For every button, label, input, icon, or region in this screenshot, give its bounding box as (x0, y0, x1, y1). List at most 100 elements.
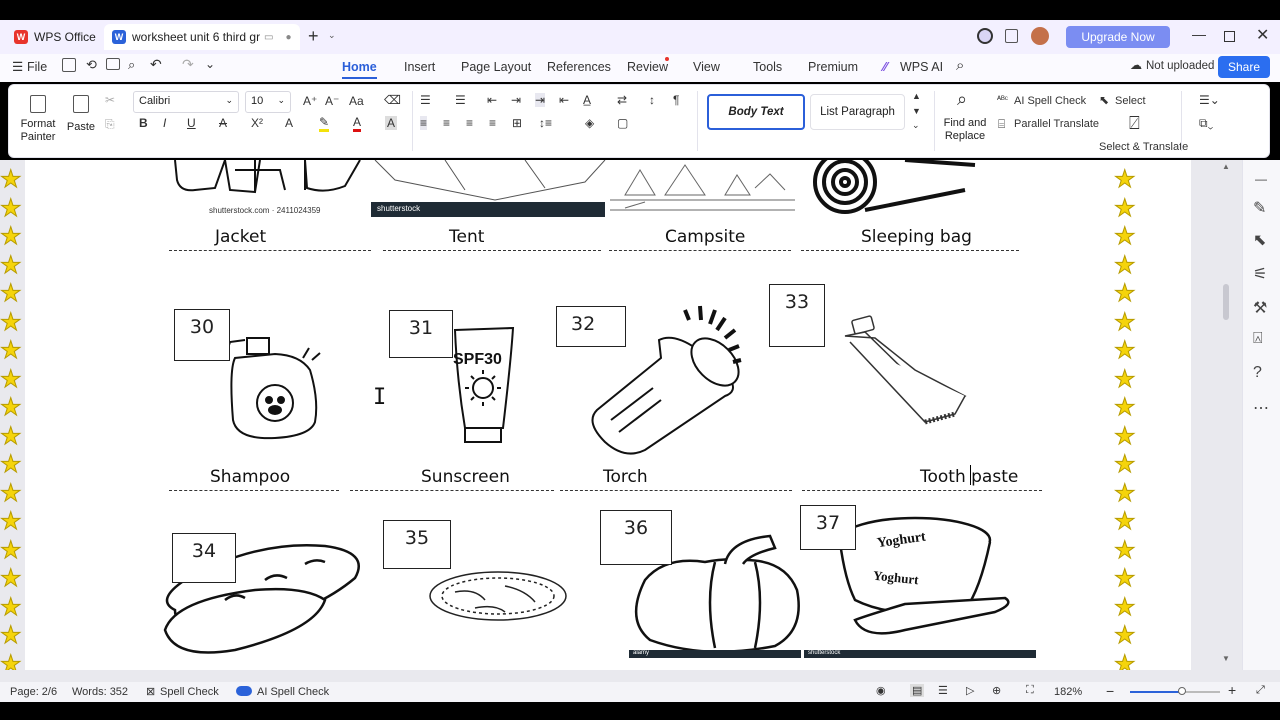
upgrade-button[interactable]: Upgrade Now (1066, 26, 1170, 48)
paste-button[interactable]: Paste (63, 91, 99, 147)
format-painter-button[interactable]: Format Painter (13, 91, 63, 147)
asian-layout-icon[interactable]: A̲ (583, 93, 591, 107)
parallel-translate-button[interactable]: Parallel Translate (1014, 118, 1099, 130)
label-sleeping-bag[interactable]: Sleeping bag (861, 227, 972, 247)
fullscreen-icon[interactable]: ⤢ (1256, 684, 1265, 697)
label-campsite[interactable]: Campsite (665, 227, 745, 247)
fit-page-icon[interactable]: ⛶ (1026, 684, 1034, 697)
scroll-up-icon[interactable]: ▲ (1222, 162, 1230, 171)
menu-view[interactable]: View (693, 60, 720, 74)
play-icon[interactable]: ▷ (966, 684, 974, 697)
menu-file[interactable]: File (27, 60, 47, 74)
tools-icon[interactable]: ⚒ (1253, 298, 1267, 318)
menu-review[interactable]: Review (627, 60, 668, 74)
find-replace-button[interactable]: Find and Replace (941, 117, 989, 143)
menu-wps-ai[interactable]: WPS AI (900, 60, 943, 74)
copy-icon[interactable]: ⎘ (105, 117, 115, 132)
text-effect-icon[interactable]: A (285, 116, 293, 130)
font-color-icon[interactable]: A (353, 115, 362, 132)
document-area[interactable]: SPF30 Yoghurt Yoghurt shutterstock.com ·… (0, 160, 1280, 670)
font-size-select[interactable]: 10 ⌄ (245, 91, 291, 113)
menu-references[interactable]: References (547, 60, 611, 74)
line-spacing-icon[interactable]: ↕≡ (539, 116, 552, 130)
select-button[interactable]: Select (1115, 95, 1146, 107)
outdent-icon[interactable]: ⇤ (559, 93, 569, 107)
borders-icon[interactable]: ▢ (617, 116, 628, 130)
tab-document[interactable]: W worksheet unit 6 third grade ▭ ● (104, 24, 300, 50)
sort-icon[interactable]: ↕ (649, 93, 655, 107)
print-layout-icon[interactable]: ▤ (910, 684, 925, 697)
bold-icon[interactable]: B (139, 116, 148, 130)
style-scroll-up-icon[interactable]: ▲ (912, 91, 921, 101)
tab-wps-office[interactable]: W WPS Office (6, 24, 100, 50)
save-icon[interactable] (62, 58, 76, 72)
label-torch[interactable]: Torch (603, 467, 648, 487)
scroll-thumb[interactable] (1223, 284, 1229, 320)
arrange-icon[interactable]: ⧉⌄ (1199, 116, 1213, 131)
page-indicator[interactable]: Page: 2/6 (10, 686, 57, 698)
show-marks-icon[interactable]: ¶ (673, 93, 679, 107)
label-tent[interactable]: Tent (449, 227, 484, 247)
help-icon[interactable]: ? (1253, 364, 1262, 382)
label-sunscreen[interactable]: Sunscreen (421, 467, 510, 487)
superscript-icon[interactable]: X² (251, 116, 263, 130)
share-button[interactable]: Share (1218, 56, 1270, 78)
label-jacket[interactable]: Jacket (215, 227, 266, 247)
zoom-in-icon[interactable]: + (1228, 682, 1236, 698)
menu-page-layout[interactable]: Page Layout (461, 60, 531, 74)
adjust-icon[interactable]: ⚟ (1253, 264, 1267, 284)
print-icon[interactable] (106, 58, 120, 70)
style-body-text[interactable]: Body Text (707, 94, 805, 130)
increase-indent-icon[interactable]: ⇥ (511, 93, 521, 107)
cut-icon[interactable]: ✂ (105, 93, 115, 107)
shading-icon[interactable]: ◈ (585, 116, 594, 130)
monitor-icon[interactable]: ▭ (264, 32, 273, 43)
hamburger-icon[interactable]: ☰ (12, 59, 23, 74)
collapse-icon[interactable]: — (1255, 172, 1267, 186)
web-layout-icon[interactable]: ⊕ (992, 684, 1001, 697)
menu-home[interactable]: Home (342, 60, 377, 79)
scroll-down-icon[interactable]: ▼ (1222, 654, 1230, 663)
pointer-icon[interactable]: ⬉ (1253, 230, 1266, 250)
pen-icon[interactable]: ✎ (1253, 198, 1266, 218)
bullets-icon[interactable]: ☰ (420, 93, 431, 107)
outline-icon[interactable]: ☰ (938, 684, 948, 697)
ai-spell-check-status[interactable]: AI Spell Check (257, 686, 329, 698)
style-list-paragraph[interactable]: List Paragraph (810, 94, 905, 130)
menu-insert[interactable]: Insert (404, 60, 435, 74)
zoom-level[interactable]: 182% (1054, 686, 1082, 698)
text-direction-icon[interactable]: ⇄ (617, 93, 627, 107)
zoom-slider[interactable] (1130, 687, 1220, 695)
not-uploaded-label[interactable]: Not uploaded (1146, 60, 1214, 72)
justify-icon[interactable]: ≡ (489, 116, 496, 130)
char-shading-icon[interactable]: A (385, 116, 398, 130)
label-shampoo[interactable]: Shampoo (210, 467, 290, 487)
align-left-icon[interactable]: ≡ (420, 116, 428, 130)
indent-icon[interactable]: ⇥ (535, 93, 546, 107)
document-page[interactable]: SPF30 Yoghurt Yoghurt shutterstock.com ·… (25, 160, 1191, 670)
minimize-icon[interactable]: — (1192, 26, 1206, 42)
align-center-icon[interactable]: ≡ (443, 116, 450, 130)
eye-icon[interactable]: ◉ (876, 684, 886, 697)
export-icon[interactable]: ⟲ (86, 57, 97, 73)
distribute-icon[interactable]: ⊞ (512, 116, 522, 130)
copilot-icon[interactable] (977, 28, 993, 44)
menu-tools[interactable]: Tools (753, 60, 782, 74)
style-more-icon[interactable]: ⌄ (912, 120, 920, 131)
grow-font-icon[interactable]: A⁺ (303, 94, 317, 108)
zoom-out-icon[interactable]: − (1106, 683, 1114, 699)
chevron-down-icon[interactable]: ⌄ (328, 30, 336, 41)
customize-icon[interactable]: ⌄ (205, 57, 215, 71)
strikethrough-icon[interactable]: A (219, 116, 227, 130)
ai-spell-toggle[interactable] (236, 686, 252, 696)
ai-spell-check-button[interactable]: AI Spell Check (1014, 95, 1086, 107)
menu-premium[interactable]: Premium (808, 60, 858, 74)
highlight-icon[interactable]: ✎ (319, 115, 330, 132)
shrink-font-icon[interactable]: A⁻ (325, 94, 339, 108)
undo-icon[interactable]: ↶ (150, 56, 162, 73)
spell-check-button[interactable]: Spell Check (160, 686, 219, 698)
paragraph-settings-icon[interactable]: ☰⌄ (1199, 93, 1220, 107)
decrease-indent-icon[interactable]: ⇤ (487, 93, 497, 107)
new-tab-icon[interactable]: + (308, 26, 319, 47)
vertical-scrollbar[interactable]: ▲ ▼ (1220, 160, 1232, 670)
